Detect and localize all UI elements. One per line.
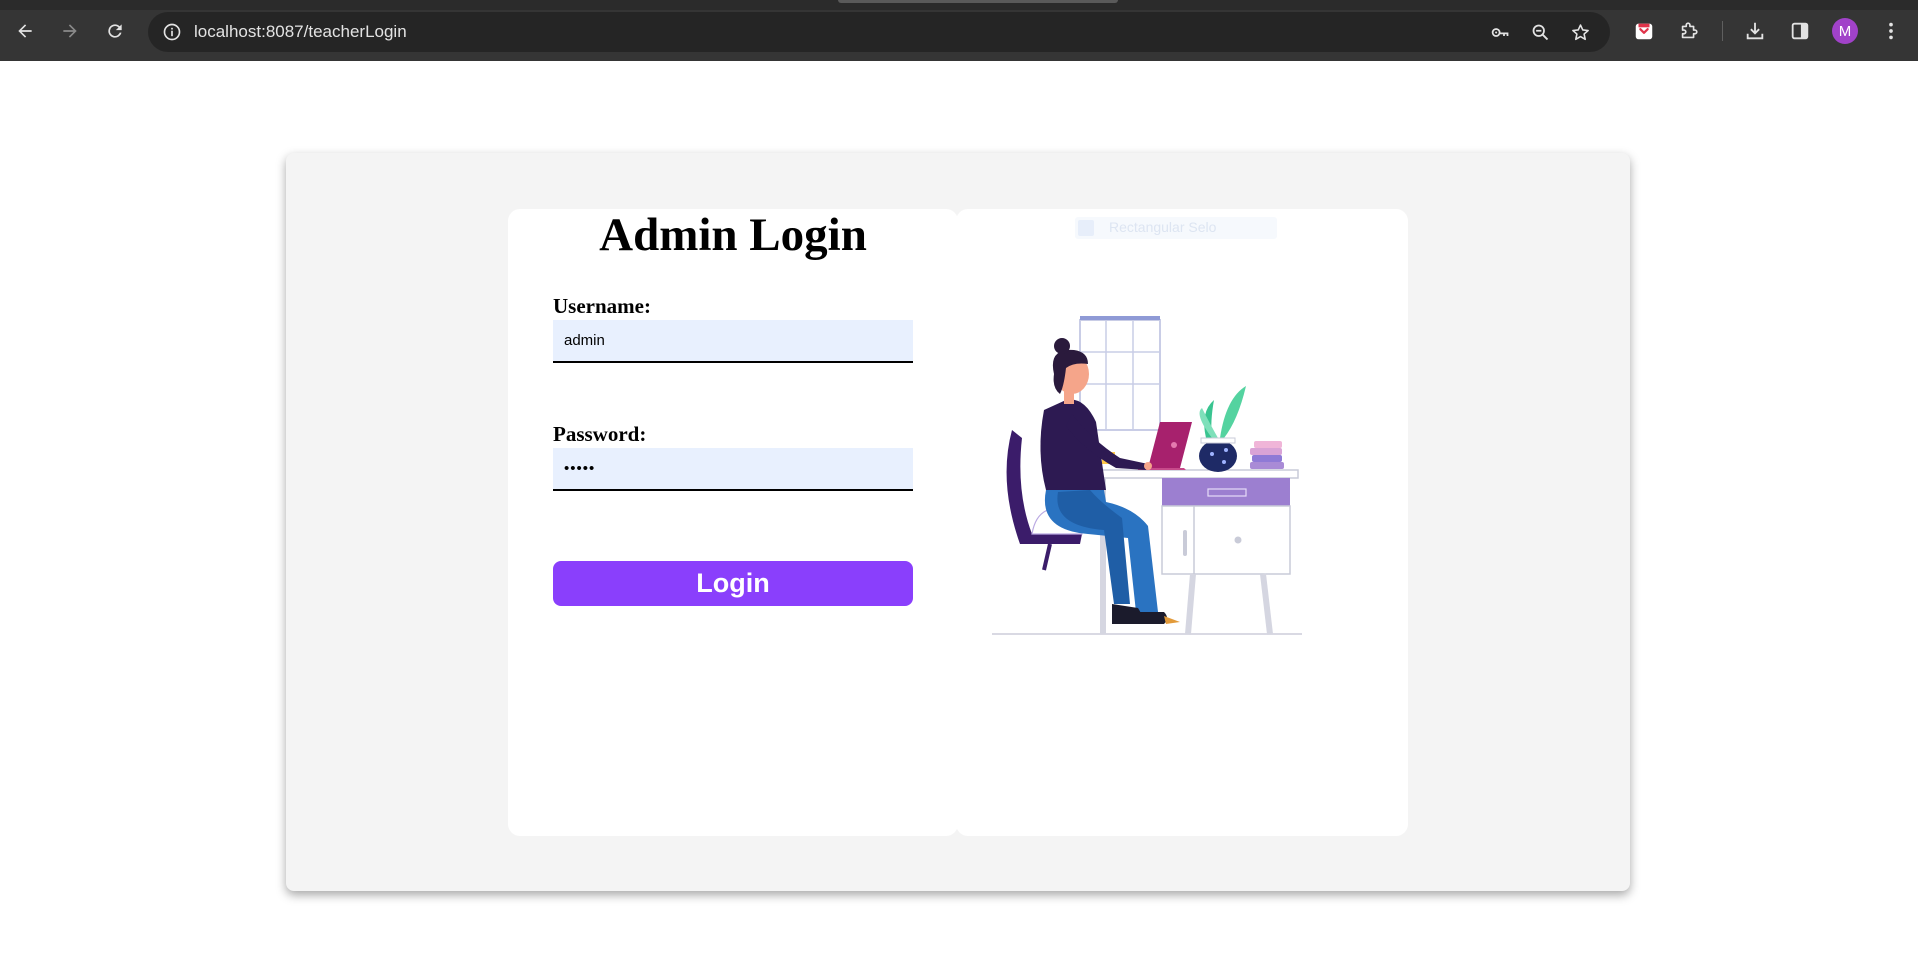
password-label: Password:: [553, 422, 647, 446]
zoom-out-icon: [1532, 24, 1548, 40]
bookmark-button[interactable]: [1566, 18, 1594, 46]
key-icon: [1491, 27, 1508, 37]
puzzle-icon: [1681, 22, 1698, 39]
browser-menu-button[interactable]: [1874, 14, 1908, 48]
url-text[interactable]: localhost:8087/teacherLogin: [194, 22, 407, 42]
zoom-button[interactable]: [1526, 18, 1554, 46]
image-alt-text: Rectangular Selo: [1109, 219, 1217, 235]
side-panel-button[interactable]: [1783, 14, 1817, 48]
arrow-right-icon: [63, 24, 77, 38]
forward-button[interactable]: [53, 14, 87, 48]
reload-button[interactable]: [98, 14, 132, 48]
site-info-button[interactable]: [158, 18, 186, 46]
address-bar[interactable]: localhost:8087/teacherLogin: [148, 12, 1610, 52]
username-input[interactable]: [553, 320, 913, 363]
downloads-button[interactable]: [1738, 14, 1772, 48]
extension-button[interactable]: [1627, 14, 1661, 48]
arrow-left-icon: [18, 24, 32, 38]
pocket-extension-icon: [1635, 23, 1653, 40]
download-icon: [1746, 22, 1764, 40]
active-tab-hint[interactable]: [838, 0, 1118, 3]
browser-toolbar: localhost:8087/teacherLogin M: [0, 0, 1918, 61]
reload-icon: [108, 24, 122, 38]
back-button[interactable]: [8, 14, 42, 48]
login-button[interactable]: Login: [553, 561, 913, 606]
username-label: Username:: [553, 294, 651, 318]
toolbar-divider: [1722, 21, 1723, 41]
page-title: Admin Login: [599, 209, 867, 261]
broken-image-alt: Rectangular Selo: [1075, 217, 1277, 239]
profile-avatar[interactable]: M: [1832, 18, 1858, 44]
more-vertical-icon: [1889, 22, 1893, 40]
info-icon: [163, 23, 181, 41]
star-icon: [1571, 23, 1589, 40]
image-placeholder-icon: [1078, 220, 1094, 236]
extensions-menu-button[interactable]: [1672, 14, 1706, 48]
side-panel-icon: [1791, 22, 1809, 40]
password-input[interactable]: [553, 448, 913, 491]
woman-at-desk-illustration: [992, 316, 1302, 635]
password-key-button[interactable]: [1486, 18, 1514, 46]
